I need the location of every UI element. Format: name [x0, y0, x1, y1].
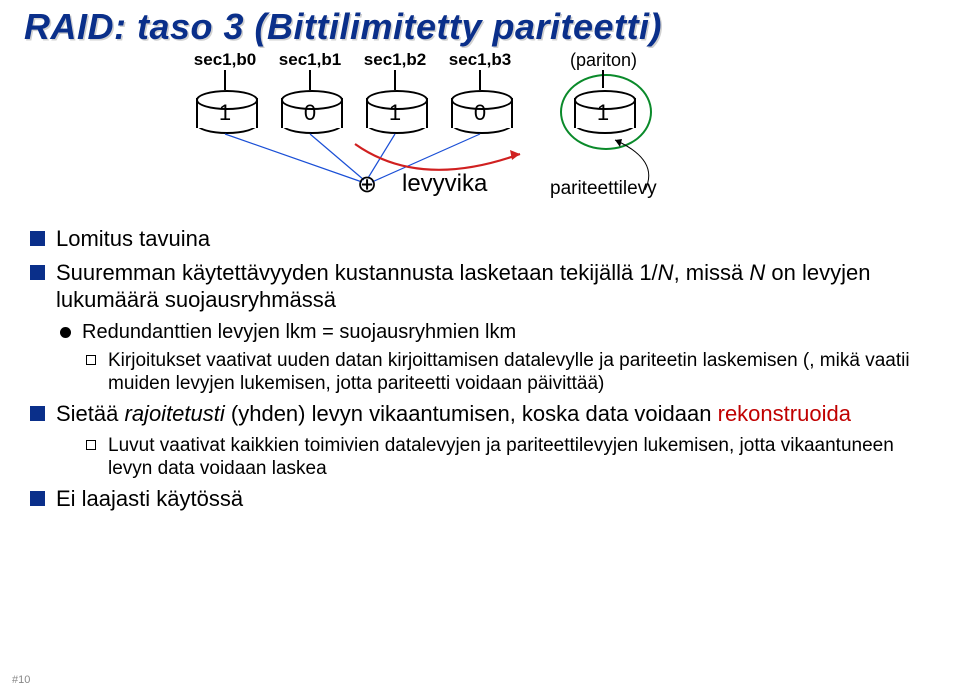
page-title: RAID: taso 3 (Bittilimitetty pariteetti) — [24, 6, 662, 48]
disk-connector — [394, 70, 396, 90]
disk-value: 1 — [196, 100, 254, 126]
bullet-lomitus: Lomitus tavuina — [28, 225, 936, 253]
bullet-ei: Ei laajasti käytössä — [28, 485, 936, 513]
sec-label-1: sec1,b1 — [275, 50, 345, 70]
pariteettilevy-label: pariteettilevy — [550, 178, 657, 200]
sec-label-2: sec1,b2 — [360, 50, 430, 70]
pariton-label: (pariton) — [570, 50, 637, 71]
disk-0: 1 — [196, 90, 254, 130]
text-ital: rajoitetusti — [125, 401, 225, 426]
bullet-sietaa: Sietää rajoitetusti (yhden) levyn vikaan… — [28, 400, 936, 428]
text-red: rekonstruoida — [718, 401, 851, 426]
disk-value: 0 — [281, 100, 339, 126]
disk-value: 1 — [366, 100, 424, 126]
sec-label-0: sec1,b0 — [190, 50, 260, 70]
disk-value: 1 — [574, 100, 632, 126]
text: (yhden) levyn vikaantumisen, koska data … — [225, 401, 718, 426]
parity-disk: 1 — [574, 90, 632, 130]
sec-label-3: sec1,b3 — [445, 50, 515, 70]
content-area: Lomitus tavuina Suuremman käytettävyyden… — [28, 225, 936, 519]
bullet-redund: Redundanttien levyjen lkm = suojausryhmi… — [28, 320, 936, 345]
var-n1: N — [658, 260, 674, 285]
xor-symbol: ⊕ — [352, 170, 382, 199]
levyvika-label: levyvika — [402, 170, 487, 198]
disk-connector — [309, 70, 311, 90]
disk-2: 1 — [366, 90, 424, 130]
disk-value: 0 — [451, 100, 509, 126]
bullet-suuremman: Suuremman käytettävyyden kustannusta las… — [28, 259, 936, 314]
slide-number: #10 — [12, 674, 30, 686]
disk-connector — [602, 70, 604, 88]
text: , missä — [674, 260, 750, 285]
disk-connector — [224, 70, 226, 90]
disk-3: 0 — [451, 90, 509, 130]
bullet-kirjoitukset: Kirjoitukset vaativat uuden datan kirjoi… — [28, 349, 936, 397]
disk-connector — [479, 70, 481, 90]
disk-1: 0 — [281, 90, 339, 130]
text: Sietää — [56, 401, 125, 426]
bullet-luvut: Luvut vaativat kaikkien toimivien datale… — [28, 434, 936, 482]
text: Suuremman käytettävyyden kustannusta las… — [56, 260, 658, 285]
raid-diagram: sec1,b0 sec1,b1 sec1,b2 sec1,b3 1 0 1 0 … — [190, 50, 750, 220]
var-n2: N — [749, 260, 765, 285]
